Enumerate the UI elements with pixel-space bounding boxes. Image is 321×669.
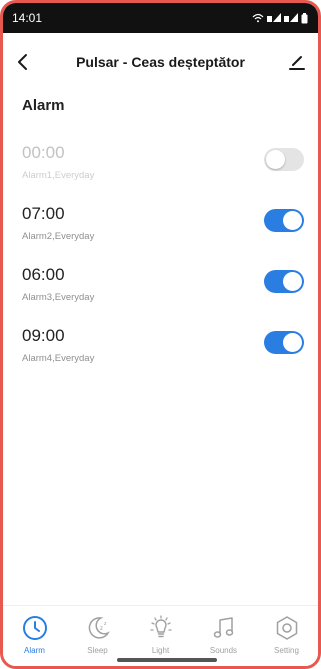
back-chevron-icon[interactable] (15, 52, 31, 72)
tab-label: Light (151, 646, 170, 655)
tab-sleep[interactable]: z z Sleep (70, 614, 126, 655)
signal-icon (267, 13, 281, 22)
alarm-time: 06:00 (22, 265, 65, 284)
edit-pencil-icon[interactable] (288, 52, 306, 72)
tab-label: Alarm (24, 646, 45, 655)
section-title: Alarm (22, 97, 65, 114)
alarm-time: 09:00 (22, 326, 65, 345)
alarm-label: Alarm1,Everyday (22, 170, 95, 181)
tab-setting[interactable]: Setting (259, 614, 315, 655)
status-time: 14:01 (12, 11, 43, 25)
phone-frame: 14:01 Pulsar - Ceas deșteptător Alarm 00… (0, 0, 321, 669)
svg-text:z: z (100, 626, 103, 632)
music-note-icon (213, 617, 233, 638)
battery-icon (301, 12, 308, 23)
gear-icon (276, 616, 297, 640)
home-indicator (117, 658, 217, 662)
alarm-list: 00:00 Alarm1,Everyday 07:00 Alarm2,Every… (3, 133, 318, 377)
alarm-toggle[interactable] (264, 331, 304, 354)
toggle-knob (283, 272, 302, 291)
alarm-row[interactable]: 09:00 Alarm4,Everyday (3, 316, 318, 377)
tab-label: Setting (274, 646, 299, 655)
moon-icon: z z (88, 617, 110, 639)
alarm-label: Alarm4,Everyday (22, 353, 95, 364)
toggle-knob (283, 333, 302, 352)
svg-text:z: z (104, 621, 107, 627)
alarm-toggle[interactable] (264, 148, 304, 171)
alarm-time: 07:00 (22, 204, 65, 223)
signal-icon (284, 13, 298, 22)
tab-label: Sounds (209, 646, 238, 655)
tab-alarm[interactable]: Alarm (7, 614, 63, 655)
page-title: Pulsar - Ceas deșteptător (76, 54, 245, 70)
toggle-knob (283, 211, 302, 230)
alarm-label: Alarm3,Everyday (22, 292, 95, 303)
wifi-icon (252, 13, 264, 23)
alarm-toggle[interactable] (264, 270, 304, 293)
toggle-knob (266, 150, 285, 169)
alarm-row[interactable]: 06:00 Alarm3,Everyday (3, 255, 318, 316)
tab-label: Sleep (87, 646, 108, 655)
tab-sounds[interactable]: Sounds (196, 614, 252, 655)
clock-icon (22, 616, 47, 640)
alarm-label: Alarm2,Everyday (22, 231, 95, 242)
status-bar: 14:01 (3, 3, 318, 33)
app-header: Pulsar - Ceas deșteptător (3, 33, 318, 91)
alarm-toggle[interactable] (264, 209, 304, 232)
tab-light[interactable]: Light (133, 614, 189, 655)
alarm-row[interactable]: 00:00 Alarm1,Everyday (3, 133, 318, 194)
light-bulb-icon (149, 615, 172, 638)
alarm-time: 00:00 (22, 143, 65, 162)
alarm-row[interactable]: 07:00 Alarm2,Everyday (3, 194, 318, 255)
bottom-tab-bar: Alarm z z Sleep Light Sounds Setting (3, 605, 318, 666)
status-icons (252, 12, 308, 24)
